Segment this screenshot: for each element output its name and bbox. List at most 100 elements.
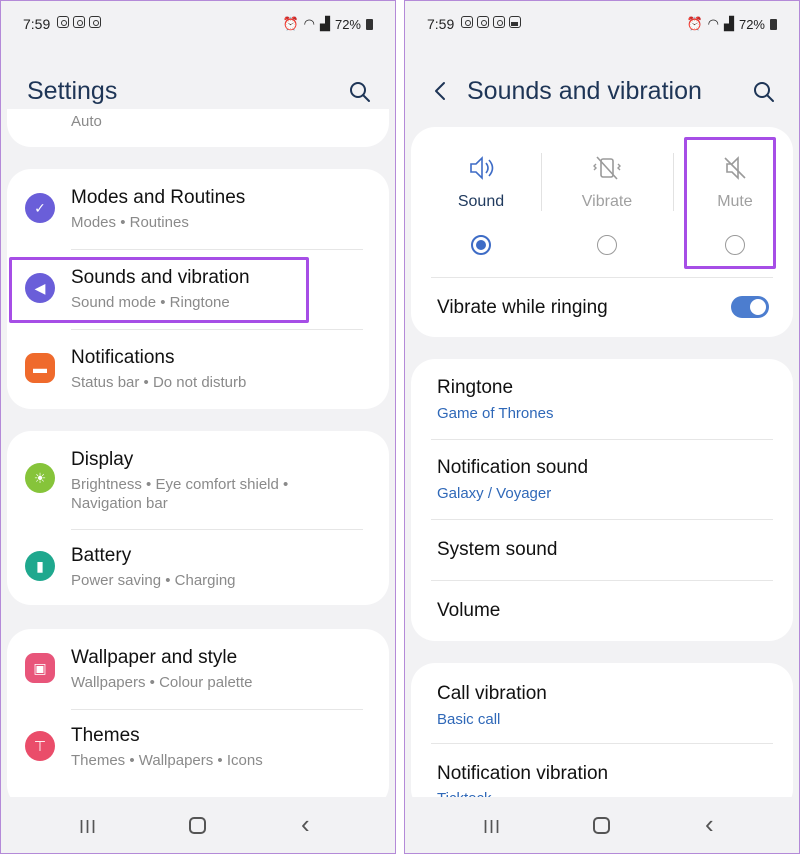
battery-percentage: 72% [738,16,765,32]
wifi-icon: ◠ [707,16,719,31]
highlight-mute [684,137,776,269]
setting-title: Notification vibration [437,763,609,784]
settings-screen: 7:59 ⏰ ◠ ▟ 72% Settings Auto ✓ Modes and… [0,0,396,854]
item-subtitle: Themes • Wallpapers • Icons [71,752,263,769]
notifications-icon: ▬ [25,353,55,383]
vibrate-while-ringing-toggle[interactable] [731,296,769,318]
alarm-icon: ⏰ [282,16,299,31]
list-item-volume[interactable]: Volume [411,580,793,641]
notification-icons [461,16,521,28]
sounds-vibration-screen: 7:59 ⏰ ◠ ▟ 72% Sounds and vibration Soun… [404,0,800,854]
status-time: 7:59 [23,16,51,32]
instagram-icon [89,16,101,28]
instagram-icon [57,16,69,28]
app-bar: Sounds and vibration [405,63,799,119]
list-item-notifications[interactable]: ▬ Notifications Status bar • Do not dist… [7,329,389,409]
setting-title: Call vibration [437,683,547,704]
system-status-icons: ⏰ ◠ ▟ 72% [686,16,777,32]
instagram-icon [493,16,505,28]
home-icon[interactable] [593,817,610,834]
battery-icon [770,18,777,30]
vibrate-while-ringing-row[interactable]: Vibrate while ringing [411,277,793,337]
sound-settings-card: Ringtone Game of Thrones Notification so… [411,359,793,641]
signal-icon: ▟ [319,16,330,31]
vibration-settings-card: Call vibration Basic call Notification v… [411,663,793,813]
list-item-call-vibration[interactable]: Call vibration Basic call [411,663,793,743]
setting-title: Volume [437,600,501,621]
signal-icon: ▟ [723,16,734,31]
settings-group-2: ☀ Display Brightness • Eye comfort shiel… [7,431,389,605]
page-title: Sounds and vibration [467,77,702,105]
alarm-icon: ⏰ [686,16,703,31]
nav-back-icon[interactable]: ‹ [301,809,310,840]
recent-apps-icon[interactable]: III [483,817,501,838]
list-item-themes[interactable]: ⊤ Themes Themes • Wallpapers • Icons [7,709,389,789]
status-time: 7:59 [427,16,455,32]
item-title: Themes [71,725,140,746]
wifi-icon: ◠ [303,16,315,31]
list-item-display[interactable]: ☀ Display Brightness • Eye comfort shiel… [7,431,389,529]
mode-label: Sound [457,193,505,210]
battery-icon [366,18,373,30]
home-icon[interactable] [189,817,206,834]
setting-title: Ringtone [437,377,514,398]
radio-button[interactable] [597,235,617,255]
settings-group-partial: Auto [7,109,389,147]
instagram-icon [73,16,85,28]
list-item-wallpaper[interactable]: ▣ Wallpaper and style Wallpapers • Colou… [7,629,389,709]
nav-back-icon[interactable]: ‹ [705,809,714,840]
search-icon[interactable] [349,81,371,103]
setting-value: Basic call [437,711,501,728]
navigation-bar: III ‹ [405,797,799,853]
recent-apps-icon[interactable]: III [79,817,97,838]
item-subtitle: Status bar • Do not disturb [71,374,247,391]
separator [541,153,542,211]
gallery-icon [509,16,521,28]
setting-title: Vibrate while ringing [437,297,608,318]
setting-value: Game of Thrones [437,405,554,422]
setting-title: System sound [437,539,558,560]
search-icon[interactable] [753,81,775,103]
item-title: Wallpaper and style [71,647,238,668]
setting-title: Notification sound [437,457,589,478]
back-arrow-icon[interactable] [429,79,453,103]
separator [673,153,674,211]
brightness-icon: ☀ [25,463,55,493]
list-item-ringtone[interactable]: Ringtone Game of Thrones [411,359,793,439]
item-subtitle: Wallpapers • Colour palette [71,674,253,691]
setting-value: Galaxy / Voyager [437,485,552,502]
item-title: Battery [71,545,132,566]
sound-icon [470,156,494,180]
status-bar: 7:59 ⏰ ◠ ▟ 72% [405,1,799,47]
mode-vibrate[interactable]: Vibrate [547,127,667,267]
wallpaper-icon: ▣ [25,653,55,683]
item-subtitle: Modes • Routines [71,214,189,231]
item-title: Display [71,449,134,470]
item-title: Modes and Routines [71,187,246,208]
list-item-notification-sound[interactable]: Notification sound Galaxy / Voyager [411,439,793,519]
instagram-icon [477,16,489,28]
item-subtitle: Power saving • Charging [71,572,236,589]
list-item-modes-routines[interactable]: ✓ Modes and Routines Modes • Routines [7,169,389,249]
instagram-icon [461,16,473,28]
battery-percentage: 72% [334,16,361,32]
radio-button[interactable] [471,235,491,255]
partial-item-sub: Auto [71,113,102,130]
vibrate-off-icon [593,156,621,180]
navigation-bar: III ‹ [1,797,395,853]
battery-settings-icon: ▮ [25,551,55,581]
settings-group-3: ▣ Wallpaper and style Wallpapers • Colou… [7,629,389,809]
highlight-sounds-vibration [9,257,309,323]
status-bar: 7:59 ⏰ ◠ ▟ 72% [1,1,395,47]
list-item-system-sound[interactable]: System sound [411,519,793,580]
system-status-icons: ⏰ ◠ ▟ 72% [282,16,373,32]
notification-icons [57,16,101,28]
item-subtitle: Brightness • Eye comfort shield • Navigat… [71,476,289,512]
list-item-battery[interactable]: ▮ Battery Power saving • Charging [7,529,389,605]
page-title: Settings [27,77,118,105]
mode-label: Vibrate [581,193,633,210]
mode-sound[interactable]: Sound [421,127,541,267]
modes-routines-icon: ✓ [25,193,55,223]
themes-icon: ⊤ [25,731,55,761]
item-title: Notifications [71,347,175,368]
